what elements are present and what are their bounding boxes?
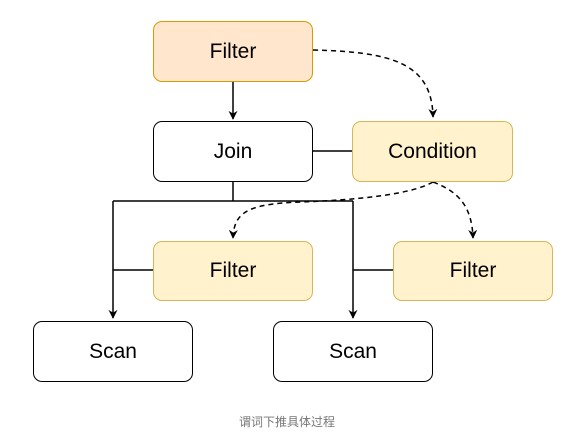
node-scan-right: Scan: [273, 321, 433, 382]
diagram-caption: 谓词下推具体过程: [238, 415, 335, 429]
diagram-canvas: Filter Join Condition Filter Filter Scan…: [0, 0, 574, 437]
node-filter-left: Filter: [153, 241, 313, 301]
node-filter-right: Filter: [393, 241, 553, 301]
node-condition-label: Condition: [388, 139, 477, 163]
node-scan-left: Scan: [33, 321, 193, 382]
node-filter-top-label: Filter: [209, 39, 257, 63]
dashed-edge-condition-to-filter-right: [432, 181, 478, 239]
node-filter-top: Filter: [153, 21, 313, 82]
node-condition: Condition: [352, 121, 513, 182]
node-join: Join: [153, 121, 313, 182]
node-scan-left-label: Scan: [89, 339, 137, 363]
node-filter-right-label: Filter: [449, 259, 497, 282]
dashed-edge-filter-to-condition: [312, 49, 438, 118]
node-join-label: Join: [213, 139, 253, 163]
node-filter-left-label: Filter: [209, 259, 257, 282]
node-scan-right-label: Scan: [329, 339, 377, 363]
dashed-edge-condition-to-filter-left: [228, 181, 434, 239]
